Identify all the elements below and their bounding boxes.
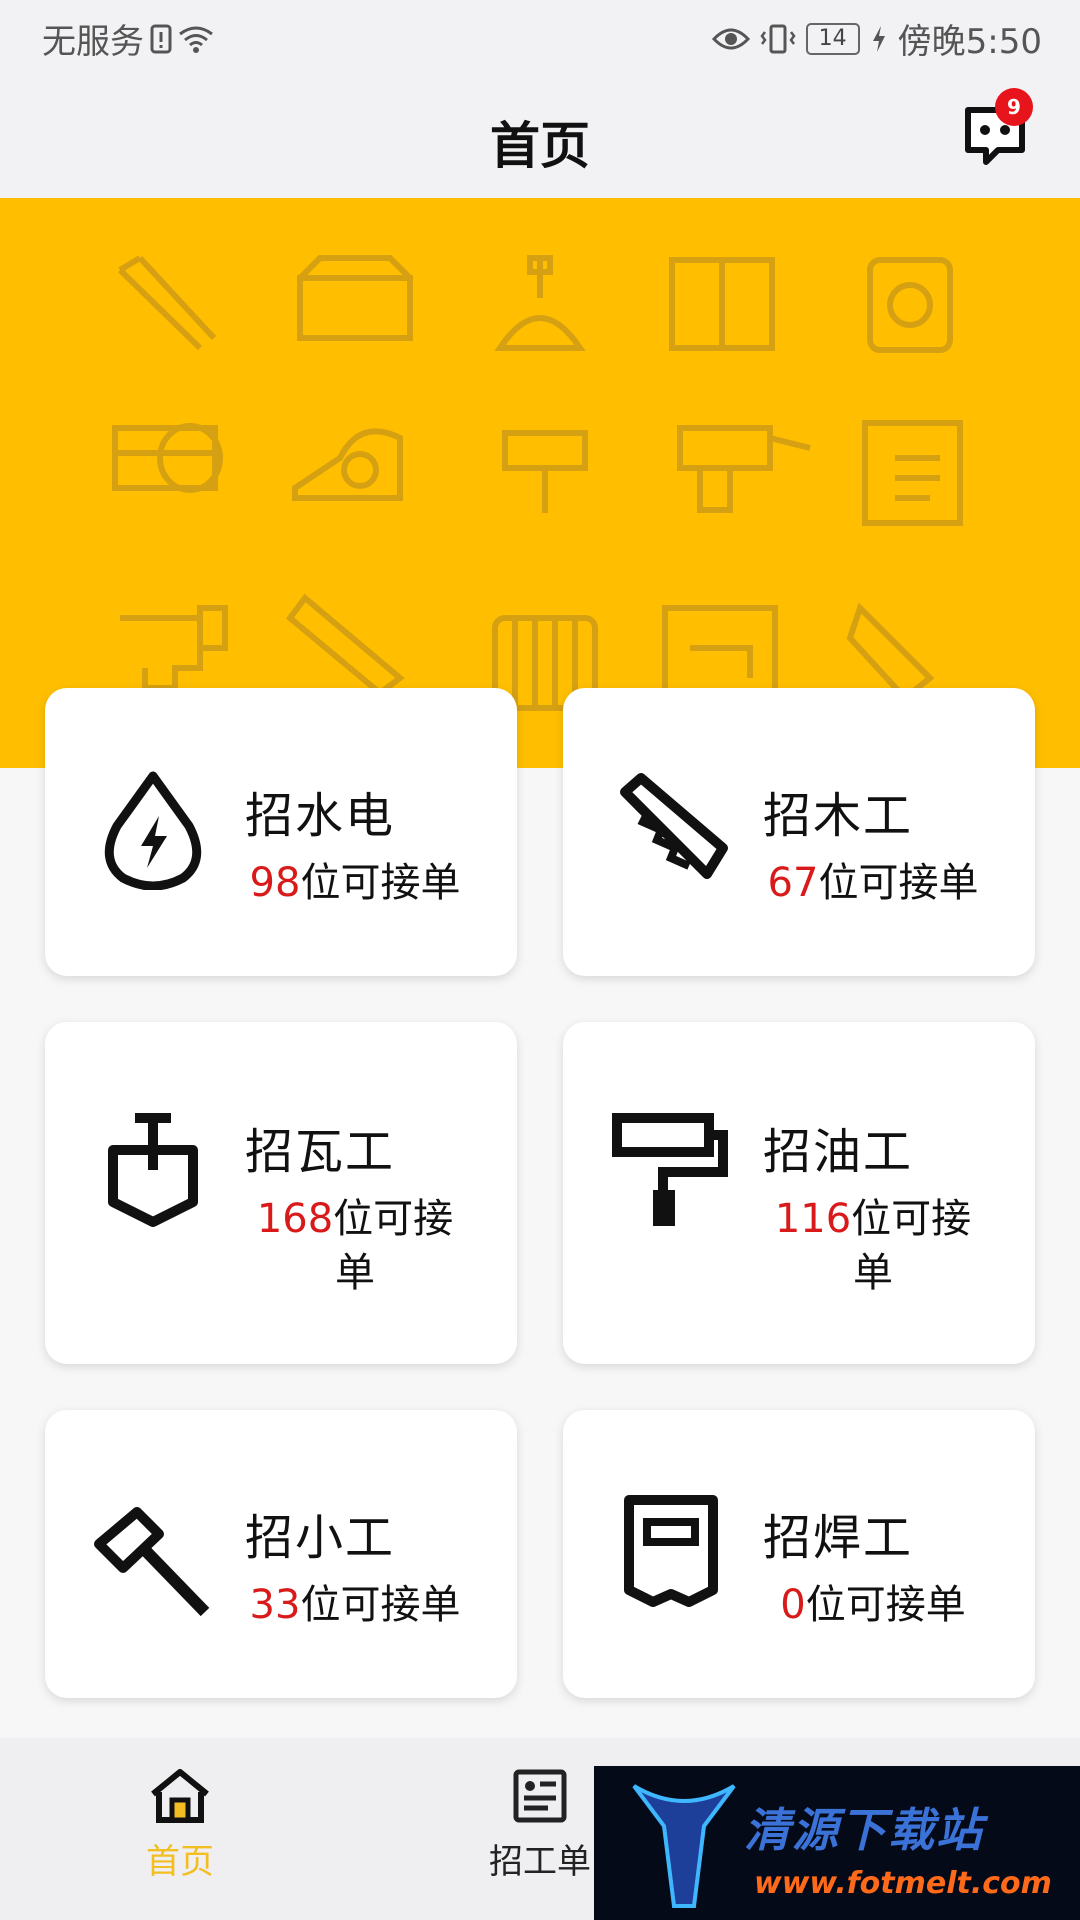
decorative-tools-pattern [112, 255, 963, 711]
page-title: 首页 [490, 117, 590, 175]
charging-icon [872, 25, 885, 52]
card-availability: 0位可接单 [763, 1578, 983, 1632]
available-suffix: 位可接单 [300, 860, 461, 906]
available-count: 116 [774, 1196, 852, 1242]
nav-item-home[interactable]: 首页 [70, 1768, 290, 1883]
available-count: 168 [256, 1196, 334, 1242]
water-electric-icon [104, 771, 202, 890]
card-title: 招水电 [245, 788, 396, 844]
trowel-icon [108, 1113, 198, 1227]
card-title: 招木工 [763, 788, 914, 844]
hero-banner [0, 198, 1080, 768]
battery-indicator: 14 [805, 22, 860, 55]
app-header: 首页 9 [0, 74, 1080, 198]
watermark-text: 清源下载站 [744, 1803, 984, 1857]
card-carpenter[interactable]: 招木工 67位可接单 [563, 688, 1035, 976]
available-suffix: 位可接单 [818, 860, 979, 906]
watermark-emblem-icon [632, 1784, 736, 1908]
card-availability: 116位可接单 [763, 1192, 983, 1300]
card-plumber-electrician[interactable]: 招水电 98位可接单 [45, 688, 517, 976]
available-count: 67 [767, 860, 819, 906]
watermark-logo: 清源下载站 www.fotmelt.com [594, 1766, 1080, 1920]
eye-icon [711, 28, 750, 49]
available-suffix: 位可接单 [300, 1582, 461, 1628]
hammer-icon [94, 1507, 210, 1617]
wifi-icon [179, 26, 213, 53]
vibrate-icon [760, 24, 796, 53]
available-suffix: 位可接单 [805, 1582, 966, 1628]
message-count-badge: 9 [995, 88, 1033, 126]
home-icon [151, 1769, 209, 1823]
card-title: 招小工 [245, 1510, 396, 1566]
card-title: 招油工 [763, 1124, 914, 1180]
job-list-icon [513, 1769, 567, 1823]
card-helper[interactable]: 招小工 33位可接单 [45, 1410, 517, 1698]
nav-label-home: 首页 [146, 1842, 214, 1882]
card-bricklayer[interactable]: 招瓦工 168位可接单 [45, 1022, 517, 1364]
card-availability: 168位可接单 [245, 1192, 465, 1300]
status-left: 无服务 [42, 14, 214, 63]
card-painter[interactable]: 招油工 116位可接单 [563, 1022, 1035, 1364]
card-availability: 67位可接单 [763, 856, 983, 910]
available-suffix: 位可接单 [851, 1196, 972, 1296]
watermark-url: www.fotmelt.com [754, 1866, 1052, 1901]
welding-mask-icon [624, 1495, 718, 1607]
messages-button[interactable]: 9 [962, 88, 1034, 172]
status-bar: 无服务 14 傍晚5:50 [0, 0, 1080, 74]
card-title: 招焊工 [763, 1510, 914, 1566]
available-suffix: 位可接单 [333, 1196, 454, 1296]
available-count: 0 [780, 1582, 806, 1628]
carrier-text: 无服务 [42, 22, 144, 62]
saw-icon [620, 773, 728, 879]
card-availability: 98位可接单 [245, 856, 465, 910]
clock-text: 傍晚5:50 [897, 22, 1042, 62]
paint-roller-icon [612, 1113, 728, 1226]
card-welder[interactable]: 招焊工 0位可接单 [563, 1410, 1035, 1698]
available-count: 98 [249, 860, 301, 906]
card-title: 招瓦工 [245, 1124, 396, 1180]
sim-alert-icon [150, 24, 172, 53]
available-count: 33 [249, 1582, 301, 1628]
card-availability: 33位可接单 [245, 1578, 465, 1632]
status-right: 14 傍晚5:50 [702, 14, 1042, 63]
